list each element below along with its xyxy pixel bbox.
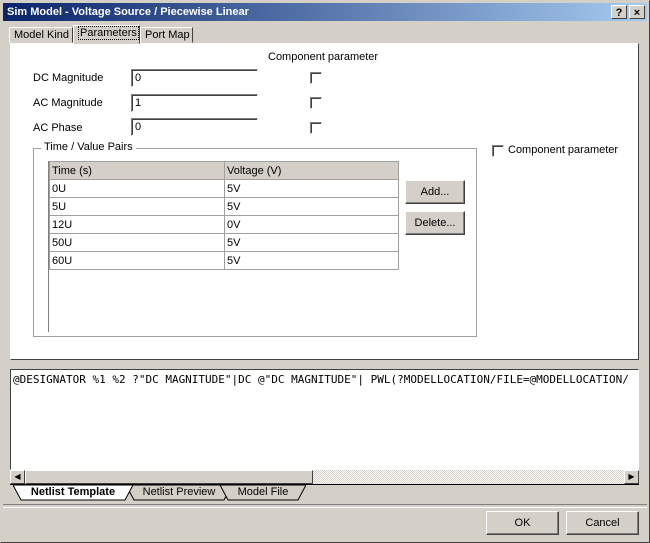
scroll-left-button[interactable]: ◀ <box>10 470 25 484</box>
help-icon: ? <box>615 7 623 19</box>
table-row[interactable]: 50U 5V <box>49 233 399 252</box>
tab-label: Netlist Template <box>30 486 116 498</box>
time-cell[interactable]: 0U <box>49 179 225 198</box>
dc-magnitude-component-checkbox[interactable] <box>310 72 322 84</box>
arrow-left-icon: ◀ <box>14 472 21 481</box>
pairs-component-parameter-checkbox[interactable] <box>492 145 504 157</box>
title-bar: Sim Model - Voltage Source / Piecewise L… <box>3 3 647 21</box>
time-value-pairs-title: Time / Value Pairs <box>41 141 136 153</box>
delete-pair-button[interactable]: Delete... <box>405 211 465 235</box>
pairs-component-parameter-label: Component parameter <box>508 144 619 156</box>
tab-label: Parameters <box>78 26 139 40</box>
dc-magnitude-label: DC Magnitude <box>33 72 104 84</box>
ac-magnitude-component-checkbox[interactable] <box>310 97 322 109</box>
grid-header-row: Time (s) Voltage (V) <box>49 161 399 180</box>
ac-magnitude-label: AC Magnitude <box>33 97 103 109</box>
tab-label: Netlist Preview <box>142 486 216 498</box>
table-row[interactable]: 60U 5V <box>49 251 399 270</box>
horizontal-scrollbar[interactable]: ◀ ▶ <box>10 470 639 485</box>
sim-model-dialog: Sim Model - Voltage Source / Piecewise L… <box>0 0 650 543</box>
table-row[interactable]: 5U 5V <box>49 197 399 216</box>
voltage-cell[interactable]: 5V <box>224 179 399 198</box>
tab-netlist-template[interactable]: Netlist Template <box>13 485 133 501</box>
component-parameter-header: Component parameter <box>268 51 379 63</box>
ac-phase-label: AC Phase <box>33 122 83 134</box>
time-cell[interactable]: 60U <box>49 251 225 270</box>
close-icon: × <box>633 7 641 19</box>
scroll-right-button[interactable]: ▶ <box>624 470 639 484</box>
time-cell[interactable]: 12U <box>49 215 225 234</box>
tab-model-file[interactable]: Model File <box>220 485 306 501</box>
tab-port-map[interactable]: Port Map <box>140 27 193 43</box>
tab-model-kind[interactable]: Model Kind <box>9 27 73 43</box>
ac-phase-input[interactable]: 0 <box>131 118 258 136</box>
close-button[interactable]: × <box>629 5 645 19</box>
voltage-cell[interactable]: 5V <box>224 251 399 270</box>
dc-magnitude-input[interactable]: 0 <box>131 69 258 87</box>
tab-label: Port Map <box>145 29 190 41</box>
netlist-template-text[interactable]: @DESIGNATOR %1 %2 ?"DC MAGNITUDE"|DC @"D… <box>13 373 634 386</box>
arrow-right-icon: ▶ <box>628 472 635 481</box>
scroll-thumb[interactable] <box>25 470 313 484</box>
ac-phase-component-checkbox[interactable] <box>310 122 322 134</box>
parameters-page: Component parameter DC Magnitude 0 AC Ma… <box>10 43 639 360</box>
time-cell[interactable]: 5U <box>49 197 225 216</box>
window-title: Sim Model - Voltage Source / Piecewise L… <box>7 6 249 18</box>
voltage-cell[interactable]: 5V <box>224 197 399 216</box>
netlist-template-editor[interactable]: @DESIGNATOR %1 %2 ?"DC MAGNITUDE"|DC @"D… <box>10 369 639 470</box>
voltage-cell[interactable]: 0V <box>224 215 399 234</box>
tab-label: Model File <box>237 486 289 498</box>
help-button[interactable]: ? <box>611 5 627 19</box>
column-header-time[interactable]: Time (s) <box>49 161 225 180</box>
time-cell[interactable]: 50U <box>49 233 225 252</box>
add-pair-button[interactable]: Add... <box>405 180 465 204</box>
divider <box>3 504 647 508</box>
tab-parameters[interactable]: Parameters <box>73 25 140 44</box>
ac-magnitude-input[interactable]: 1 <box>131 94 258 112</box>
time-value-grid: Time (s) Voltage (V) 0U 5V 5U 5V 12U 0V 50U… <box>48 161 399 332</box>
cancel-button[interactable]: Cancel <box>566 511 639 535</box>
column-header-voltage[interactable]: Voltage (V) <box>224 161 399 180</box>
table-row[interactable]: 0U 5V <box>49 179 399 198</box>
voltage-cell[interactable]: 5V <box>224 233 399 252</box>
tab-netlist-preview[interactable]: Netlist Preview <box>126 485 232 501</box>
tab-label: Model Kind <box>14 29 70 41</box>
table-row[interactable]: 12U 0V <box>49 215 399 234</box>
ok-button[interactable]: OK <box>486 511 559 535</box>
